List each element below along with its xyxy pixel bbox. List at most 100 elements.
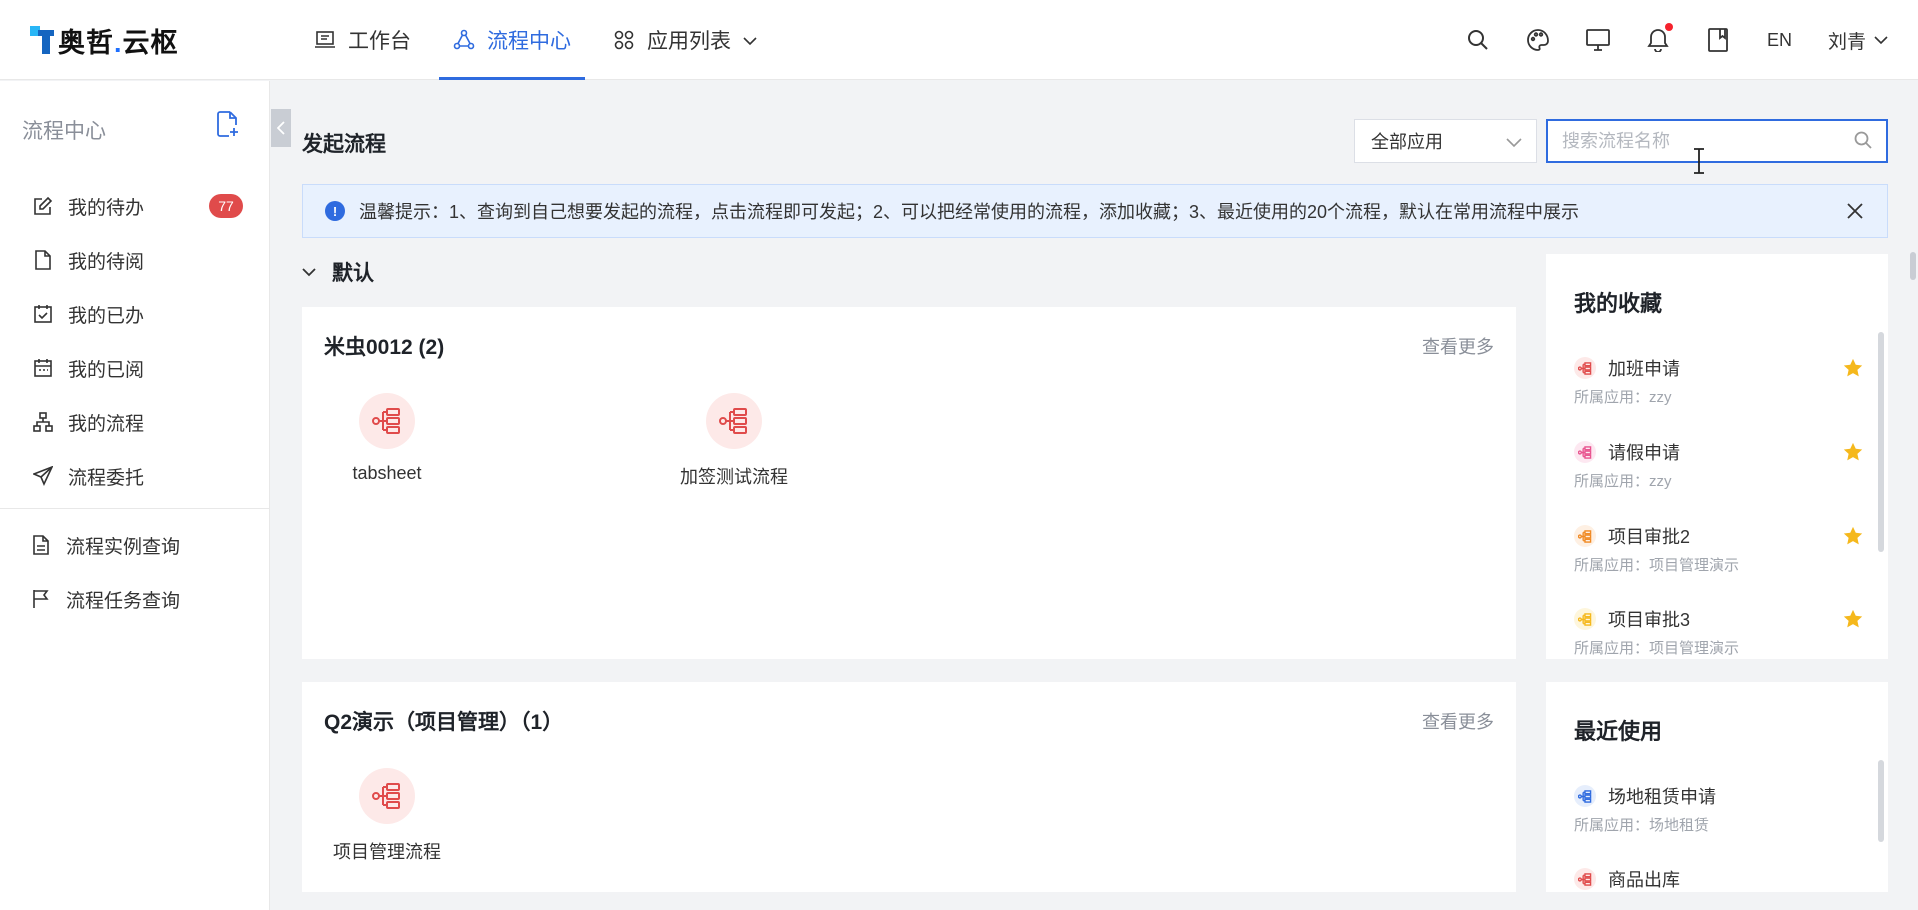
process-center-icon	[453, 29, 475, 51]
group-toggle[interactable]: 默认	[302, 257, 374, 287]
recent-name: 商品出库	[1608, 870, 1680, 890]
chevron-down-icon	[1506, 132, 1522, 153]
sidebar-item-label: 我的待办	[68, 197, 145, 219]
process-flow-icon	[1574, 785, 1596, 807]
star-icon[interactable]	[1842, 357, 1864, 379]
process-name: 项目管理流程	[333, 842, 441, 862]
monitor-icon[interactable]	[1585, 27, 1611, 53]
sidebar-item-to-read[interactable]: 我的待阅	[0, 233, 269, 287]
process-flow-icon	[359, 768, 415, 824]
recent-panel: 最近使用 场地租赁申请 所属应用：场地租赁 商品出库	[1546, 682, 1888, 892]
bell-icon[interactable]	[1645, 23, 1673, 53]
sidebar-item-label: 我的流程	[68, 413, 145, 435]
calendar-icon	[32, 357, 54, 379]
app-filter-value: 全部应用	[1371, 132, 1443, 152]
sidebar-item-my-process[interactable]: 我的流程	[0, 395, 269, 449]
favorites-scrollbar[interactable]	[1878, 332, 1884, 552]
brand-name: 奥哲.云枢	[58, 27, 179, 58]
recent-title: 最近使用	[1574, 719, 1663, 744]
text-cursor-icon	[1694, 148, 1704, 174]
sidebar-item-instance-query[interactable]: 流程实例查询	[0, 518, 269, 572]
sidebar-item-label: 我的已办	[68, 305, 145, 327]
nav-process-center[interactable]: 流程中心	[439, 0, 585, 80]
favorite-name: 项目审批3	[1608, 610, 1691, 630]
sidebar: 流程中心 我的待办 77 我的待阅 我的已办 我的已阅 我的流程 流程委托 流程…	[0, 81, 270, 910]
sidebar-collapse-button[interactable]	[271, 109, 291, 147]
document-icon	[32, 249, 54, 271]
recent-item[interactable]: 商品出库	[1574, 865, 1864, 892]
close-icon[interactable]	[1845, 201, 1865, 221]
sidebar-item-label: 流程委托	[68, 467, 145, 489]
favorite-app: 所属应用：项目管理演示	[1574, 557, 1740, 574]
sidebar-divider	[0, 508, 270, 509]
process-search	[1546, 119, 1888, 163]
favorite-name: 请假申请	[1608, 443, 1680, 463]
nav-workbench[interactable]: 工作台	[314, 0, 411, 80]
chevron-down-icon	[743, 28, 757, 52]
process-item[interactable]: tabsheet	[312, 393, 462, 484]
nav-workbench-label: 工作台	[348, 30, 411, 53]
sidebar-item-read[interactable]: 我的已阅	[0, 341, 269, 395]
view-more-link[interactable]: 查看更多	[1422, 333, 1494, 359]
card-title: 米虫0012 (2)	[324, 336, 445, 359]
favorite-app: 所属应用：zzy	[1574, 473, 1672, 490]
brand-logo[interactable]: 奥哲.云枢	[30, 22, 179, 58]
sidebar-item-todo[interactable]: 我的待办 77	[0, 179, 269, 233]
favorite-name: 项目审批2	[1608, 527, 1691, 547]
process-item[interactable]: 项目管理流程	[312, 768, 462, 864]
chevron-left-icon	[277, 121, 285, 135]
process-flow-icon	[1574, 525, 1596, 547]
search-input[interactable]	[1548, 122, 1828, 160]
star-icon[interactable]	[1842, 525, 1864, 547]
tip-text: 温馨提示：1、查询到自己想要发起的流程，点击流程即可发起；2、可以把经常使用的流…	[359, 202, 1580, 222]
sidebar-item-label: 流程实例查询	[66, 536, 181, 558]
org-chart-icon	[32, 411, 54, 433]
favorite-item[interactable]: 项目审批3 所属应用：项目管理演示	[1574, 605, 1864, 659]
favorite-app: 所属应用：zzy	[1574, 389, 1672, 406]
process-flow-icon	[1574, 441, 1596, 463]
new-file-icon[interactable]	[216, 111, 242, 137]
recent-name: 场地租赁申请	[1608, 787, 1716, 807]
sidebar-menu: 我的待办 77 我的待阅 我的已办 我的已阅 我的流程 流程委托	[0, 179, 269, 503]
sidebar-query-menu: 流程实例查询 流程任务查询	[0, 518, 269, 626]
sidebar-item-delegate[interactable]: 流程委托	[0, 449, 269, 503]
view-more-link[interactable]: 查看更多	[1422, 708, 1494, 734]
favorite-item[interactable]: 项目审批2 所属应用：项目管理演示	[1574, 522, 1864, 588]
top-right-tools: EN 刘青	[1465, 0, 1918, 80]
send-icon	[32, 465, 54, 487]
page-title: 发起流程	[302, 133, 386, 156]
search-icon[interactable]	[1465, 27, 1491, 53]
chevron-down-icon	[1874, 29, 1888, 51]
star-icon[interactable]	[1842, 608, 1864, 630]
favorite-item[interactable]: 加班申请 所属应用：zzy	[1574, 354, 1864, 420]
process-item[interactable]: 加签测试流程	[659, 393, 809, 489]
file-list-icon	[30, 534, 52, 556]
app-filter-select[interactable]: 全部应用	[1354, 119, 1537, 163]
process-name: 加签测试流程	[680, 467, 788, 487]
language-switch[interactable]: EN	[1767, 30, 1792, 51]
top-bar: 奥哲.云枢 工作台 流程中心 应用列表 EN 刘青	[0, 0, 1918, 80]
calendar-check-icon	[32, 303, 54, 325]
favorite-item[interactable]: 请假申请 所属应用：zzy	[1574, 438, 1864, 504]
todo-count-badge: 77	[209, 194, 243, 218]
process-flow-icon	[359, 393, 415, 449]
user-name: 刘青	[1827, 31, 1866, 53]
recent-item[interactable]: 场地租赁申请 所属应用：场地租赁	[1574, 782, 1864, 848]
sidebar-item-task-query[interactable]: 流程任务查询	[0, 572, 269, 626]
sidebar-item-done[interactable]: 我的已办	[0, 287, 269, 341]
book-icon[interactable]	[1705, 27, 1731, 53]
app-card: Q2演示（项目管理）（1） 查看更多 项目管理流程	[302, 682, 1516, 892]
process-flow-icon	[1574, 357, 1596, 379]
page-scrollbar[interactable]	[1910, 252, 1916, 280]
user-menu[interactable]: 刘青	[1828, 27, 1888, 54]
nav-app-list[interactable]: 应用列表	[613, 0, 757, 80]
star-icon[interactable]	[1842, 441, 1864, 463]
palette-icon[interactable]	[1525, 27, 1551, 53]
notification-dot	[1664, 23, 1673, 31]
info-icon: !	[325, 201, 345, 221]
recent-scrollbar[interactable]	[1878, 760, 1884, 842]
nav-app-list-label: 应用列表	[647, 30, 731, 53]
process-flow-icon	[1574, 608, 1596, 630]
sidebar-item-label: 我的待阅	[68, 251, 145, 273]
search-icon[interactable]	[1854, 131, 1872, 154]
